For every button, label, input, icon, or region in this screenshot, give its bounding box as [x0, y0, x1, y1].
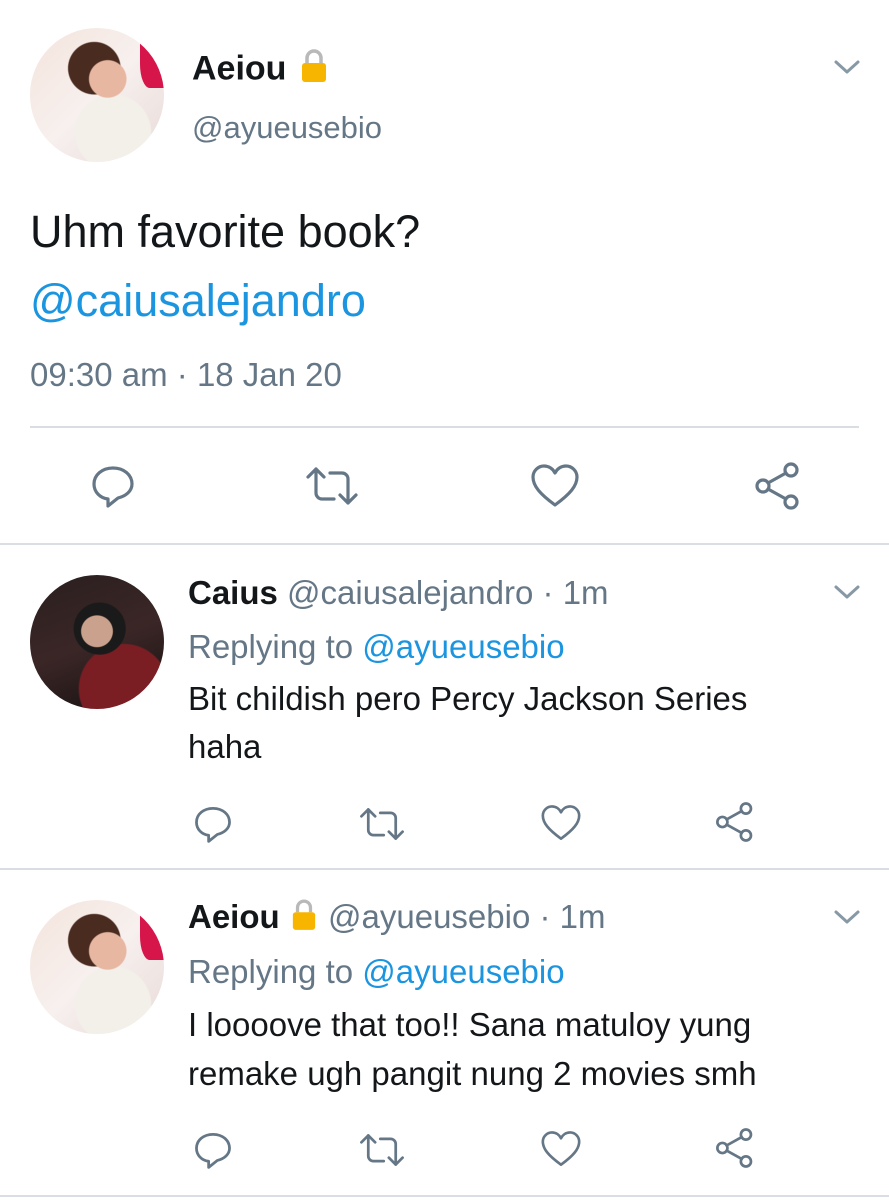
- reply-header: Caius @caiusalejandro · 1m: [188, 574, 609, 612]
- author-name: Aeiou: [192, 49, 287, 88]
- reply-author-handle[interactable]: @ayueusebio: [328, 898, 530, 935]
- main-tweet-author-name[interactable]: Aeiou: [192, 48, 328, 93]
- share-icon[interactable]: [714, 1127, 756, 1169]
- time-separator: ·: [539, 898, 551, 935]
- tweet-date: 18 Jan 20: [196, 356, 342, 393]
- reply-header: Aeiou @ayueusebio · 1m: [188, 898, 606, 940]
- reply-author-handle[interactable]: @caiusalejandro: [287, 574, 533, 611]
- main-tweet-text: Uhm favorite book?: [30, 206, 421, 257]
- share-icon[interactable]: [714, 801, 756, 843]
- divider: [0, 1195, 889, 1197]
- replying-to: Replying to @ayueusebio: [188, 953, 565, 991]
- share-icon[interactable]: [753, 461, 803, 511]
- reply-time: 1m: [562, 574, 609, 611]
- reply-avatar[interactable]: [30, 900, 164, 1034]
- time-separator: ·: [176, 356, 188, 393]
- lock-icon: [300, 48, 328, 93]
- main-tweet-avatar[interactable]: [30, 28, 164, 162]
- main-tweet-mention[interactable]: @caiusalejandro: [30, 275, 366, 327]
- reply-avatar[interactable]: [30, 575, 164, 709]
- chevron-down-icon[interactable]: [833, 58, 861, 76]
- retweet-icon[interactable]: [358, 806, 406, 842]
- replying-to-handle[interactable]: @ayueusebio: [362, 953, 564, 990]
- tweet-time: 09:30 am: [30, 356, 168, 393]
- lock-icon: [291, 898, 317, 940]
- reply-author-name[interactable]: Aeiou: [188, 898, 280, 935]
- like-icon[interactable]: [540, 1130, 582, 1168]
- divider: [0, 543, 889, 545]
- retweet-icon[interactable]: [304, 465, 360, 507]
- replying-to-handle[interactable]: @ayueusebio: [362, 628, 564, 665]
- chevron-down-icon[interactable]: [833, 908, 861, 926]
- reply-icon[interactable]: [193, 1130, 233, 1170]
- reply-text-line: Bit childish pero Percy Jackson Series: [188, 680, 748, 717]
- main-tweet-author-handle[interactable]: @ayueusebio: [192, 110, 382, 146]
- reply-text-line: I loooove that too!! Sana matuloy yung: [188, 1006, 752, 1043]
- replying-to: Replying to @ayueusebio: [188, 628, 565, 666]
- chevron-down-icon[interactable]: [833, 583, 861, 601]
- retweet-icon[interactable]: [358, 1132, 406, 1168]
- replying-to-label: Replying to: [188, 953, 354, 990]
- main-tweet-timestamp: 09:30 am · 18 Jan 20: [30, 356, 342, 394]
- reply-text-line: haha: [188, 728, 262, 765]
- divider: [0, 868, 889, 870]
- reply-author-name[interactable]: Caius: [188, 574, 278, 611]
- reply-icon[interactable]: [90, 463, 136, 509]
- replying-to-label: Replying to: [188, 628, 354, 665]
- reply-time: 1m: [559, 898, 606, 935]
- time-separator: ·: [542, 574, 554, 611]
- like-icon[interactable]: [530, 463, 580, 509]
- reply-icon[interactable]: [193, 804, 233, 844]
- divider: [30, 426, 859, 428]
- reply-text-line: remake ugh pangit nung 2 movies smh: [188, 1055, 757, 1092]
- like-icon[interactable]: [540, 804, 582, 842]
